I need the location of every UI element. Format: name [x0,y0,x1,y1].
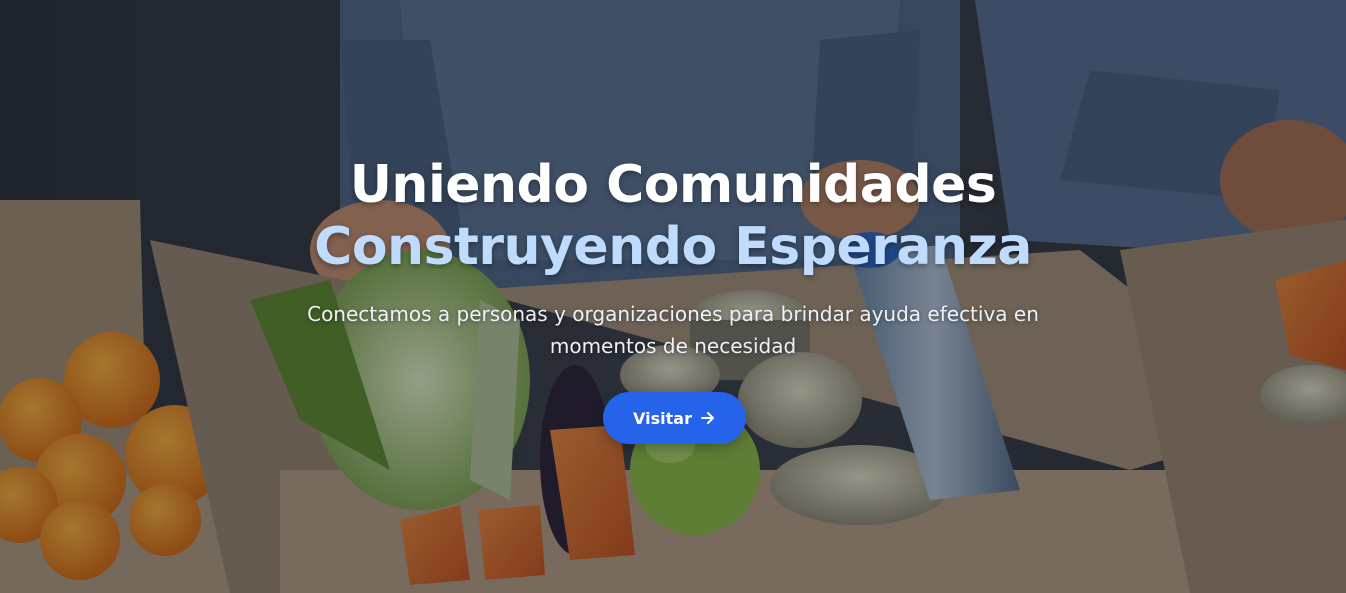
arrow-right-icon [700,410,716,426]
hero-section: Uniendo Comunidades Construyendo Esperan… [0,0,1346,593]
hero-title-line-2: Construyendo Esperanza [314,217,1032,277]
hero-title-line-1: Uniendo Comunidades [349,155,997,215]
visit-button-label: Visitar [633,408,692,428]
hero-subtitle: Conectamos a personas y organizaciones p… [307,302,1039,358]
hero-content: Uniendo Comunidades Construyendo Esperan… [0,0,1346,593]
visit-button[interactable]: Visitar [603,392,746,444]
